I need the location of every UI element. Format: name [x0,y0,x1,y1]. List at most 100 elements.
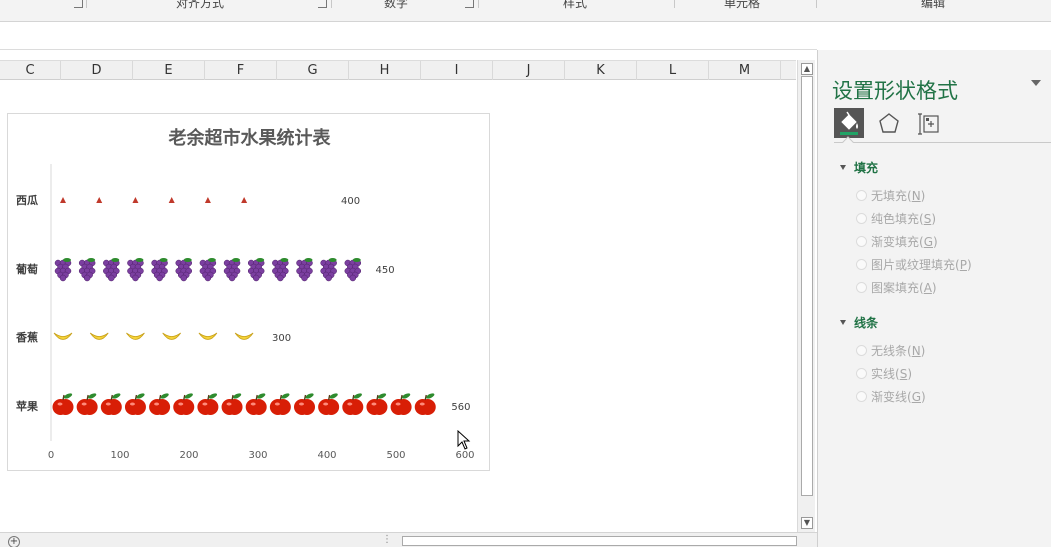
grape-icon [151,258,168,282]
ribbon-group-styles: 样式 [563,0,588,10]
apple-icon [294,393,315,415]
option-pattern-fill[interactable]: 图案填充(A) [856,280,937,296]
ribbon-separator [331,0,332,8]
add-sheet-icon[interactable]: + [8,536,20,547]
vertical-scroll-thumb[interactable] [801,76,813,496]
grape-icon [78,258,96,282]
column-header-e[interactable]: E [133,61,205,80]
grape-icon [223,258,241,282]
formula-bar-area[interactable] [0,22,817,50]
apple-icon [76,393,98,415]
x-tick-label[interactable]: 0 [48,450,54,461]
fruit-chart[interactable]: 老余超市水果统计表 0 100 200 300 400 500 600 苹果 560 香蕉 300 葡… [7,113,490,471]
ribbon-group-cells: 单元格 [724,0,761,10]
grape-icon [247,258,265,282]
radio-icon[interactable] [856,368,867,379]
active-tab-notch [842,136,854,148]
apple-icon [52,393,74,415]
pane-title: 设置形状格式 [832,79,958,103]
option-no-fill[interactable]: 无填充(N) [856,188,925,204]
grape-icon [175,258,192,282]
bar-apple[interactable] [52,392,436,415]
bar-watermelon[interactable] [60,197,248,203]
column-header-d[interactable]: D [61,61,133,80]
apple-icon [221,393,243,415]
apple-icon [100,393,122,415]
x-tick-label[interactable]: 500 [386,450,405,461]
apple-icon [390,393,412,415]
watermelon-icon [60,197,66,203]
chart-plot[interactable]: 0 100 200 300 400 500 600 苹果 560 香蕉 300 葡萄 450 西瓜 400 [8,114,491,472]
ribbon-separator [816,0,817,8]
option-gradient-line[interactable]: 渐变线(G) [856,389,926,405]
dialog-launcher-icon[interactable] [465,0,474,8]
banana-icon [234,332,254,340]
horizontal-scroll-thumb[interactable] [402,536,797,546]
column-header-c[interactable]: C [0,61,61,80]
format-shape-pane: 设置形状格式 填充 无填充(N) 纯色填充(S) 渐变填充(G) 图片或纹理填充… [817,50,1051,547]
bar-banana[interactable] [53,332,254,340]
size-properties-icon[interactable] [914,108,944,138]
option-picture-fill[interactable]: 图片或纹理填充(P) [856,257,972,273]
vertical-scrollbar[interactable]: ▲ ▼ [797,60,815,532]
column-header-h[interactable]: H [349,61,421,80]
scroll-down-arrow-icon[interactable]: ▼ [801,517,813,529]
data-label[interactable]: 400 [341,196,360,207]
x-tick-label[interactable]: 600 [455,450,474,461]
ribbon-group-editing: 编辑 [921,0,946,10]
column-header-m[interactable]: M [709,61,781,80]
x-tick-label[interactable]: 400 [317,450,336,461]
section-fill[interactable]: 填充 [840,159,878,176]
radio-icon[interactable] [856,236,867,247]
x-tick-label[interactable]: 300 [248,450,267,461]
column-header-k[interactable]: K [565,61,637,80]
watermelon-icon [204,197,211,203]
category-label[interactable]: 香蕉 [15,330,38,344]
data-label[interactable]: 450 [376,265,395,276]
apple-icon [245,393,267,415]
data-label[interactable]: 300 [272,333,291,344]
column-header-g[interactable]: G [277,61,349,80]
apple-icon [124,393,146,415]
column-header-j[interactable]: J [493,61,565,80]
option-solid-fill[interactable]: 纯色填充(S) [856,211,936,227]
effects-pentagon-icon[interactable] [874,108,904,138]
dialog-launcher-icon[interactable] [318,0,327,8]
radio-icon[interactable] [856,345,867,356]
grape-icon [127,258,144,282]
radio-icon[interactable] [856,391,867,402]
banana-icon [198,332,218,340]
data-label[interactable]: 560 [451,402,470,413]
radio-icon[interactable] [856,259,867,270]
apple-icon [342,393,364,415]
sheet-tab-bar: + ⋮ [0,532,817,547]
category-label[interactable]: 葡萄 [15,262,38,276]
column-header-f[interactable]: F [205,61,277,80]
option-solid-line[interactable]: 实线(S) [856,366,912,382]
scroll-up-arrow-icon[interactable]: ▲ [801,63,813,75]
x-tick-label[interactable]: 100 [110,450,129,461]
section-line[interactable]: 线条 [840,314,878,331]
category-label[interactable]: 西瓜 [16,194,38,207]
tab-splitter-icon[interactable]: ⋮ [382,534,392,545]
mouse-pointer-icon [457,430,471,450]
column-header-i[interactable]: I [421,61,493,80]
radio-icon[interactable] [856,190,867,201]
grape-icon [54,258,72,282]
banana-icon [126,332,145,340]
ribbon-separator [86,0,87,8]
pane-options-dropdown-icon[interactable] [1031,80,1041,86]
option-gradient-fill[interactable]: 渐变填充(G) [856,234,938,250]
excel-window: 对齐方式 数字 样式 单元格 编辑 C D E F G H I J K L M … [0,0,1051,547]
bar-grape[interactable] [54,258,362,282]
x-tick-label[interactable]: 200 [179,450,198,461]
apple-icon [197,393,219,415]
fill-line-icon[interactable] [834,108,864,138]
category-label[interactable]: 苹果 [16,399,38,413]
option-no-line[interactable]: 无线条(N) [856,343,925,359]
watermelon-icon [132,197,139,203]
column-header-l[interactable]: L [637,61,709,80]
radio-icon[interactable] [856,213,867,224]
dialog-launcher-icon[interactable] [74,0,83,8]
radio-icon[interactable] [856,282,867,293]
